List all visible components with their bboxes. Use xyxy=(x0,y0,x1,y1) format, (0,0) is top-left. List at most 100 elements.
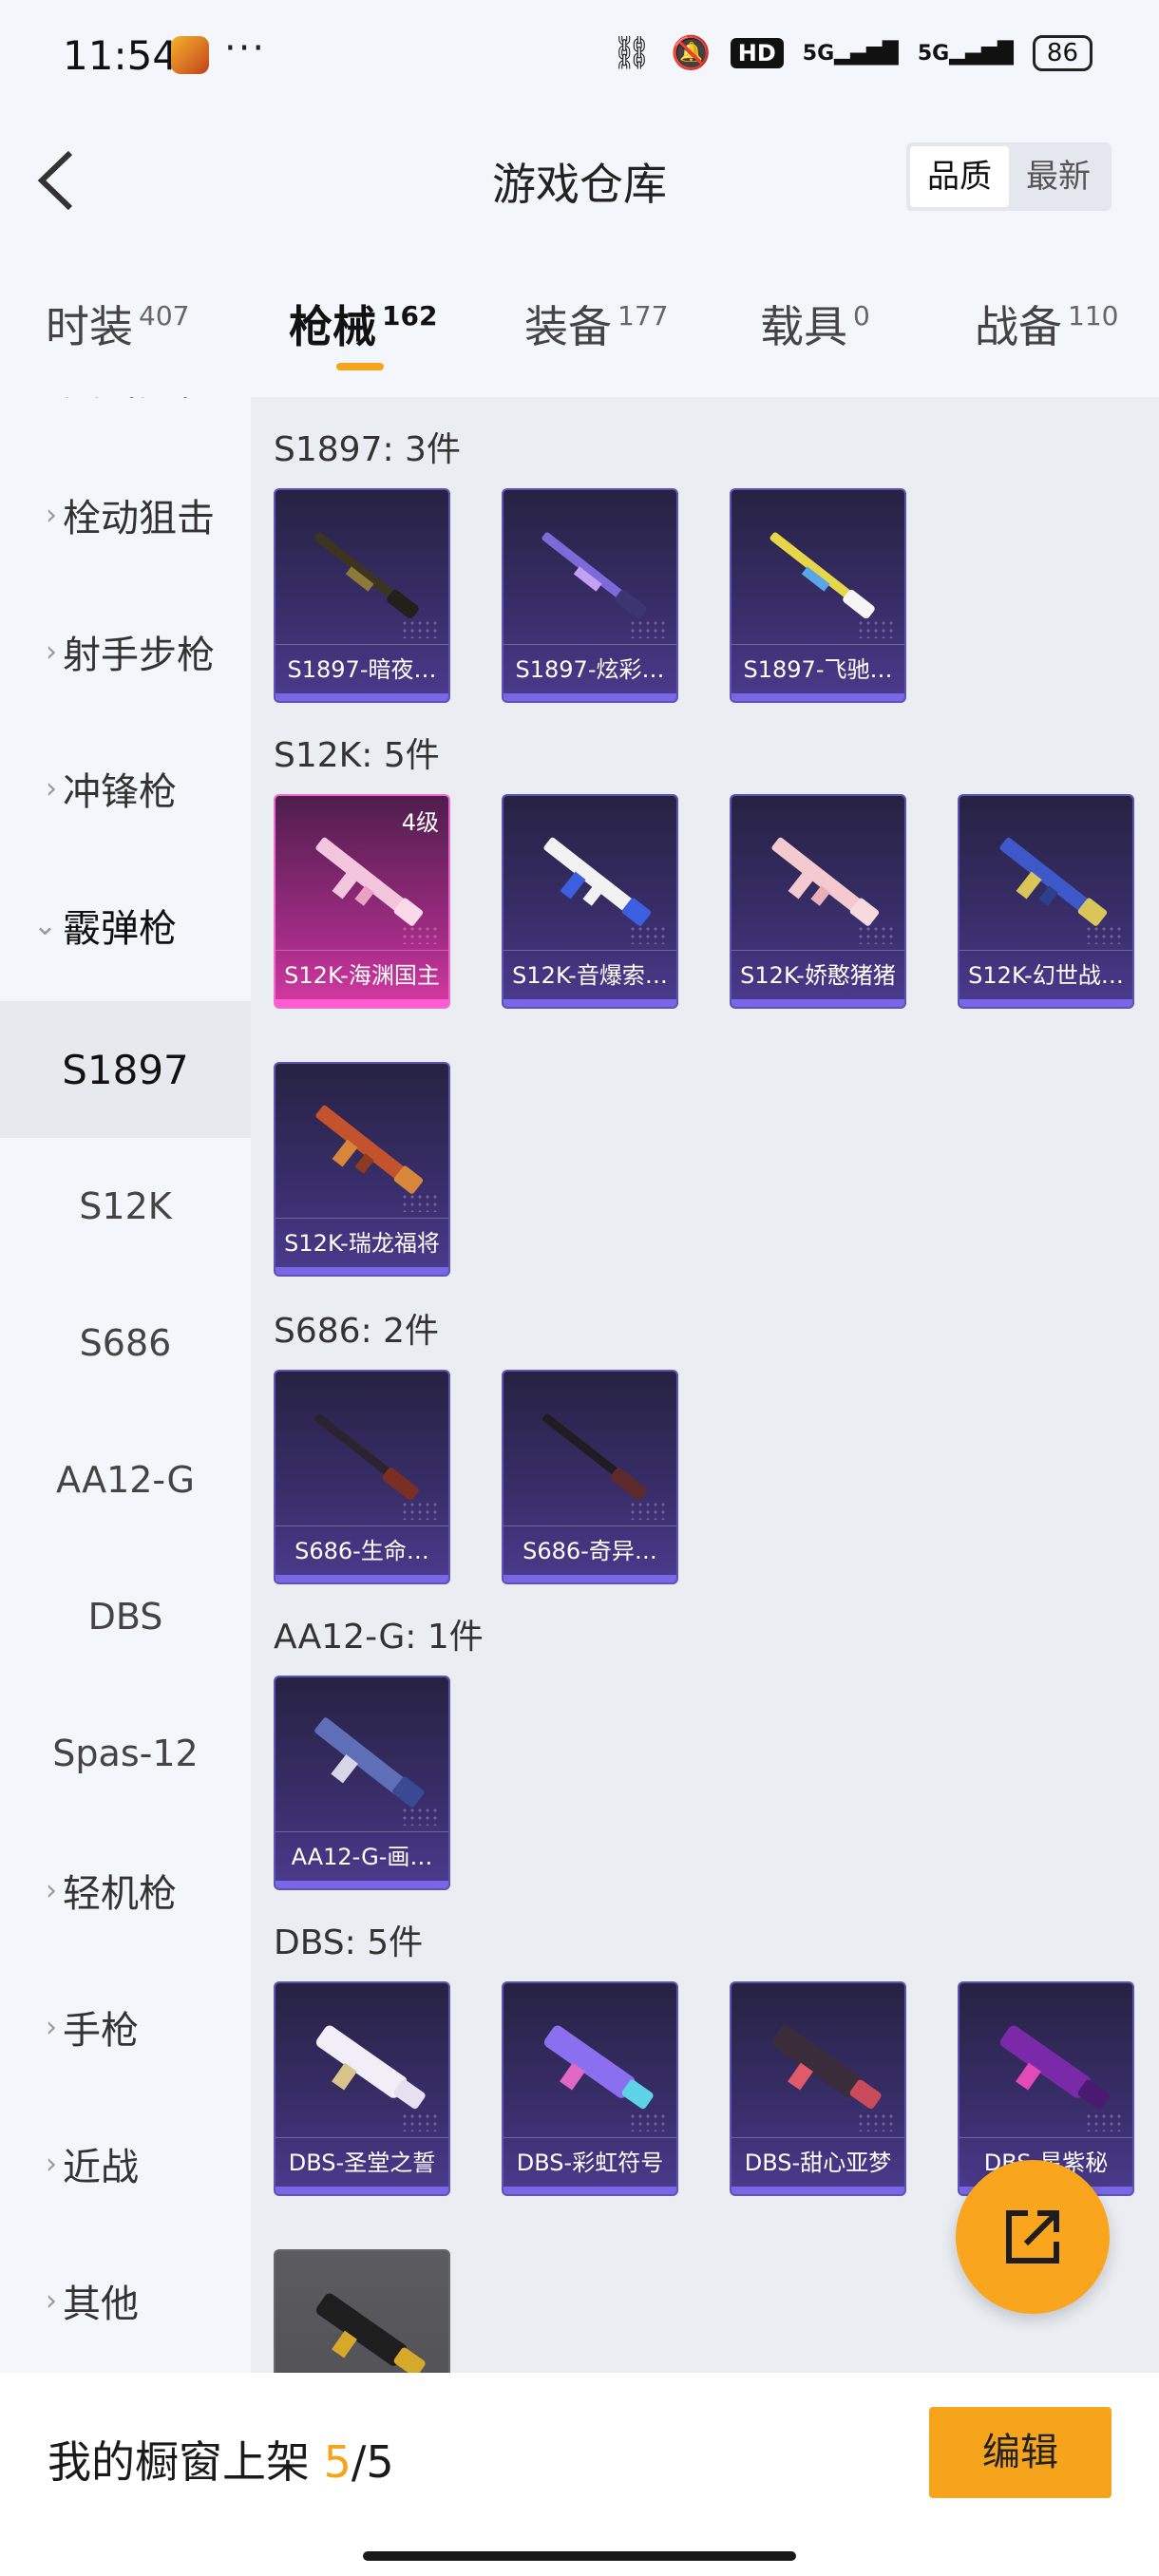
rarity-bar xyxy=(732,693,904,701)
rifle-icon xyxy=(999,837,1108,926)
tab-supplies[interactable]: 战备 110 xyxy=(975,293,1118,355)
card-pattern xyxy=(1085,2112,1123,2131)
sidebar-item-lmg[interactable]: › 轻机枪 xyxy=(0,1822,251,1959)
shotgun-icon xyxy=(314,1717,425,1808)
sort-quality-option[interactable]: 品质 xyxy=(910,146,1009,207)
sort-latest-option[interactable]: 最新 xyxy=(1009,146,1108,207)
rarity-bar xyxy=(276,2187,448,2194)
card-pattern xyxy=(401,1193,439,1212)
mute-icon: 🔕 xyxy=(671,34,712,72)
chevron-right-icon: › xyxy=(46,635,57,669)
weapon-skin-card[interactable] xyxy=(274,2249,450,2373)
showcase-label: 我的橱窗上架 xyxy=(48,2436,324,2488)
sidebar-item-smg[interactable]: › 冲锋枪 xyxy=(0,720,251,857)
card-name: S12K-海渊国主 xyxy=(276,950,448,999)
chevron-right-icon: › xyxy=(46,2010,57,2044)
link-icon: ⛓ xyxy=(611,34,653,72)
status-bar: 11:54 ··· ⛓ 🔕 HD 5G▂▄▆█ 5G▂▄▆█ 86 xyxy=(0,0,1159,114)
weapon-skin-card[interactable]: S12K-幻世战… xyxy=(958,794,1134,1009)
card-name: DBS-圣堂之誓 xyxy=(276,2137,448,2187)
weapon-skin-card[interactable]: DBS-甜心亚梦 xyxy=(730,1981,906,2196)
chevron-right-icon: › xyxy=(46,2147,57,2181)
share-button[interactable] xyxy=(956,2160,1110,2314)
card-pattern xyxy=(629,1501,667,1520)
rarity-bar xyxy=(504,693,676,701)
shotgun-icon xyxy=(542,1413,647,1501)
showcase-total: /5 xyxy=(351,2436,394,2488)
weapon-skin-card[interactable]: AA12-G-画… xyxy=(274,1676,450,1890)
card-name: S12K-娇憨猪猪 xyxy=(732,950,904,999)
card-pattern xyxy=(401,1501,439,1520)
card-name: DBS-甜心亚梦 xyxy=(732,2137,904,2187)
card-name: DBS-彩虹符号 xyxy=(504,2137,676,2187)
sidebar-sub-spas12[interactable]: Spas-12 xyxy=(0,1685,251,1822)
card-pattern xyxy=(1085,925,1123,944)
shotgun-icon xyxy=(770,532,875,619)
sidebar: › 突击步枪 › 栓动狙击 › 射手步枪 › 冲锋枪 ⌄ 霰弹枪 S1897 S… xyxy=(0,397,251,2373)
card-name: S686-奇异… xyxy=(504,1525,676,1575)
home-indicator[interactable] xyxy=(363,2551,796,2561)
sidebar-item-assault-rifle[interactable]: › 突击步枪 xyxy=(0,397,251,446)
tab-label: 战备 xyxy=(975,301,1062,352)
group-title: AA12-G: 1件 xyxy=(274,1618,484,1657)
tab-label: 时装 xyxy=(46,301,133,352)
shotgun-icon xyxy=(543,2025,654,2110)
chevron-right-icon: › xyxy=(46,1873,57,1907)
weapon-skin-card[interactable]: S1897-飞驰… xyxy=(730,488,906,703)
sort-toggle: 品质 最新 xyxy=(906,142,1112,211)
sidebar-sub-dbs[interactable]: DBS xyxy=(0,1548,251,1685)
card-pattern xyxy=(401,619,439,638)
card-pattern xyxy=(629,925,667,944)
sidebar-item-other[interactable]: › 其他 xyxy=(0,2232,251,2369)
card-name: S12K-幻世战… xyxy=(960,950,1132,999)
shotgun-icon xyxy=(771,2025,882,2110)
group-title: DBS: 5件 xyxy=(274,1923,424,1962)
weapon-skin-card[interactable]: 4级 S12K-海渊国主 xyxy=(274,794,450,1009)
weapon-skin-card[interactable]: S12K-音爆索… xyxy=(502,794,678,1009)
sidebar-item-shotgun[interactable]: ⌄ 霰弹枪 xyxy=(0,857,251,994)
signal-icon: 5G▂▄▆█ xyxy=(802,41,899,66)
group-title: S1897: 3件 xyxy=(274,430,461,469)
card-pattern xyxy=(401,1807,439,1826)
rarity-bar xyxy=(732,2187,904,2194)
tab-firearms[interactable]: 枪械 162 xyxy=(289,293,437,355)
weapon-skin-card[interactable]: S686-奇异… xyxy=(502,1370,678,1584)
weapon-skin-card[interactable]: DBS-彩虹符号 xyxy=(502,1981,678,2196)
tab-equipment[interactable]: 装备 177 xyxy=(524,293,668,355)
sidebar-item-label: 其他 xyxy=(63,2282,139,2326)
sidebar-item-pistol[interactable]: › 手枪 xyxy=(0,1959,251,2095)
sidebar-sub-s686[interactable]: S686 xyxy=(0,1275,251,1411)
showcase-current-count: 5 xyxy=(323,2436,352,2488)
sidebar-item-marksman-rifle[interactable]: › 射手步枪 xyxy=(0,583,251,720)
sidebar-sub-s12k[interactable]: S12K xyxy=(0,1138,251,1275)
rarity-bar xyxy=(276,1881,448,1888)
chevron-down-icon: ⌄ xyxy=(32,908,57,942)
sidebar-item-bolt-sniper[interactable]: › 栓动狙击 xyxy=(0,446,251,583)
rarity-bar xyxy=(276,1267,448,1275)
signal-label: 5G xyxy=(802,41,835,66)
chevron-right-icon: › xyxy=(46,2283,57,2318)
weapon-skin-card[interactable]: DBS-圣堂之誓 xyxy=(274,1981,450,2196)
battery-icon: 86 xyxy=(1032,35,1092,71)
weapon-skin-card[interactable]: S1897-炫彩… xyxy=(502,488,678,703)
card-pattern xyxy=(857,619,895,638)
shotgun-icon xyxy=(542,532,647,619)
game-app-icon xyxy=(171,36,209,74)
sidebar-sub-s1897[interactable]: S1897 xyxy=(0,1001,251,1138)
edit-button[interactable]: 编辑 xyxy=(929,2407,1112,2498)
chevron-right-icon: › xyxy=(46,771,57,805)
weapon-skin-card[interactable]: S686-生命… xyxy=(274,1370,450,1584)
sidebar-item-label: 手枪 xyxy=(63,2009,139,2053)
card-pattern xyxy=(401,2112,439,2131)
status-time: 11:54 xyxy=(63,32,179,79)
sidebar-item-label: 霰弹枪 xyxy=(63,907,177,951)
tab-vehicles[interactable]: 载具 0 xyxy=(760,293,870,355)
sidebar-sub-aa12g[interactable]: AA12-G xyxy=(0,1411,251,1548)
weapon-skin-card[interactable]: S12K-瑞龙福将 xyxy=(274,1062,450,1277)
weapon-skin-card[interactable]: S12K-娇憨猪猪 xyxy=(730,794,906,1009)
sidebar-item-melee[interactable]: › 近战 xyxy=(0,2095,251,2232)
shotgun-icon xyxy=(314,532,419,619)
tab-costume[interactable]: 时装 407 xyxy=(46,293,189,355)
weapon-skin-card[interactable]: S1897-暗夜… xyxy=(274,488,450,703)
sidebar-item-label: 近战 xyxy=(63,2146,139,2189)
